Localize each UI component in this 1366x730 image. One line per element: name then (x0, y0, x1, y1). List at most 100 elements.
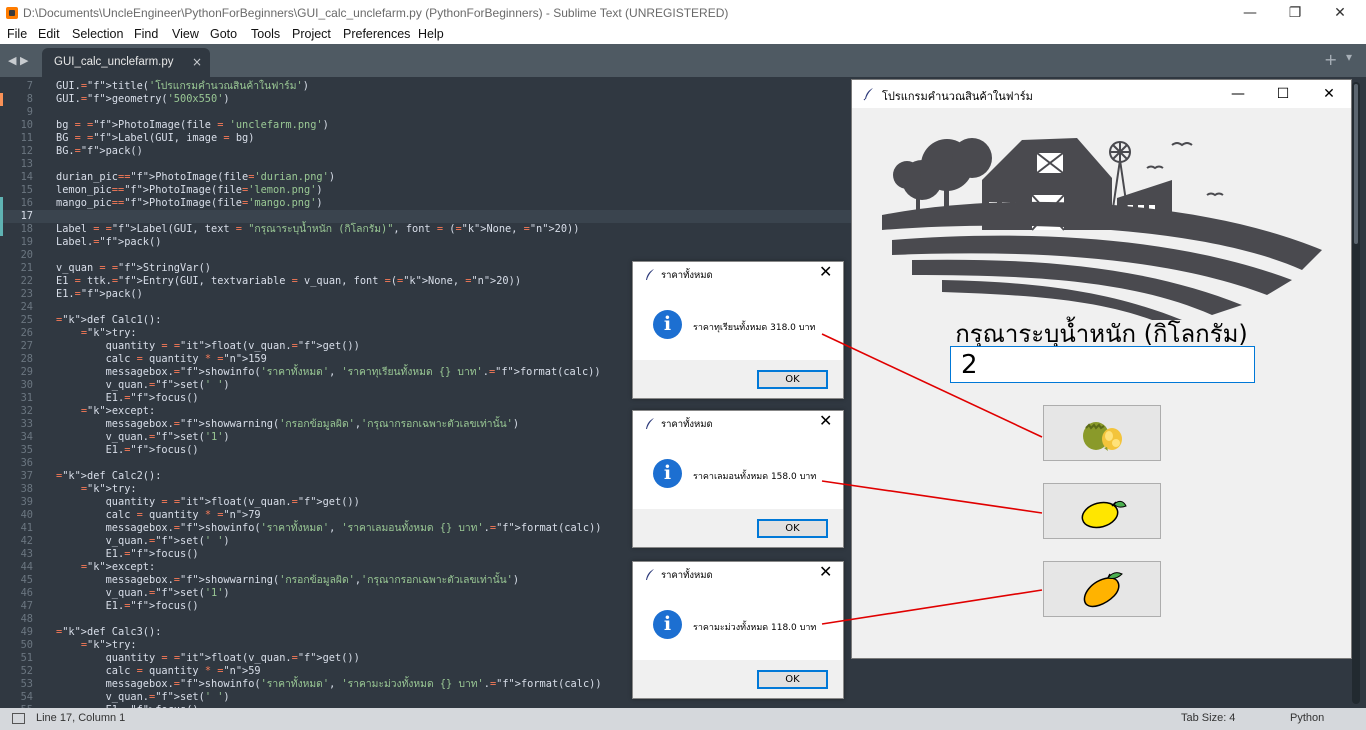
line-number: 14 (20, 171, 33, 183)
dialog-close-icon[interactable]: ✕ (819, 411, 832, 430)
line-number: 33 (20, 418, 33, 430)
menu-file[interactable]: File (7, 27, 27, 41)
dialog-title: ราคาทั้งหมด (661, 570, 713, 581)
window-title: D:\Documents\UncleEngineer\PythonForBegi… (23, 6, 729, 20)
menu-project[interactable]: Project (292, 27, 331, 41)
code-text: E1.="f">focus() (56, 444, 199, 456)
code-line[interactable]: 8 GUI.="f">geometry('500x550') (0, 93, 900, 106)
tab-gui-calc-unclefarm[interactable]: GUI_calc_unclefarm.py × (42, 48, 210, 77)
line-number: 26 (20, 327, 33, 339)
menu-edit[interactable]: Edit (38, 27, 60, 41)
line-number: 44 (20, 561, 33, 573)
code-line[interactable]: 14 durian_pic=="f">PhotoImage(file='duria… (0, 171, 900, 184)
code-line[interactable]: 10 bg = ="f">PhotoImage(file = 'unclefarm… (0, 119, 900, 132)
weight-input[interactable] (950, 346, 1255, 383)
line-number: 11 (20, 132, 33, 144)
line-number: 22 (20, 275, 33, 287)
panel-toggle-icon[interactable] (12, 713, 25, 724)
editor-scrollbar-thumb[interactable] (1354, 84, 1358, 244)
line-number: 27 (20, 340, 33, 352)
line-number: 9 (26, 106, 33, 118)
menu-bar: File Edit Selection Find View Goto Tools… (0, 26, 1366, 44)
line-number: 40 (20, 509, 33, 521)
line-number: 21 (20, 262, 33, 274)
tab-close-icon[interactable]: × (192, 55, 202, 69)
menu-selection[interactable]: Selection (72, 27, 123, 41)
tk-feather-icon (646, 418, 654, 429)
info-icon: i (653, 459, 682, 488)
code-text: E1.="f">pack() (56, 288, 143, 300)
code-text: v_quan.="f">set(' ') (56, 535, 230, 547)
code-text: v_quan.="f">set('1') (56, 587, 230, 599)
code-text: quantity = ="it">float(v_quan.="f">get()… (56, 652, 360, 664)
code-text: BG.="f">pack() (56, 145, 143, 157)
code-text: v_quan.="f">set(' ') (56, 379, 230, 391)
line-number: 15 (20, 184, 33, 196)
code-line[interactable]: 17 (0, 210, 900, 223)
line-number: 42 (20, 535, 33, 547)
line-number: 25 (20, 314, 33, 326)
menu-preferences[interactable]: Preferences (343, 27, 410, 41)
code-text: messagebox.="f">showwarning('กรอกข้อมูลผ… (56, 574, 520, 586)
mango-button[interactable] (1043, 561, 1161, 617)
code-line[interactable]: 9 (0, 106, 900, 119)
line-number: 32 (20, 405, 33, 417)
tab-bar: ◀ ▶ GUI_calc_unclefarm.py × + ▾ (0, 44, 1366, 77)
line-number: 36 (20, 457, 33, 469)
dialog-close-icon[interactable]: ✕ (819, 262, 832, 281)
line-number: 39 (20, 496, 33, 508)
status-tab-size[interactable]: Tab Size: 4 (1181, 712, 1235, 724)
line-number: 47 (20, 600, 33, 612)
code-line[interactable]: 16 mango_pic=="f">PhotoImage(file='mango.… (0, 197, 900, 210)
farm-maximize-button[interactable]: ☐ (1273, 84, 1293, 104)
close-button[interactable]: ✕ (1330, 3, 1350, 23)
line-number: 19 (20, 236, 33, 248)
code-line[interactable]: 15 lemon_pic=="f">PhotoImage(file='lemon.… (0, 184, 900, 197)
durian-button[interactable] (1043, 405, 1161, 461)
menu-view[interactable]: View (172, 27, 199, 41)
status-syntax[interactable]: Python (1290, 712, 1324, 724)
code-text: bg = ="f">PhotoImage(file = 'unclefarm.p… (56, 119, 329, 131)
dialog-titlebar: ราคาทั้งหมด ✕ (633, 562, 843, 588)
ok-button[interactable]: OK (757, 519, 828, 538)
line-number: 18 (20, 223, 33, 235)
code-line[interactable]: 7 GUI.="f">title('โปรแกรมคำนวณสินค้าในฟาร… (0, 80, 900, 93)
dialog-close-icon[interactable]: ✕ (819, 562, 832, 581)
line-number: 24 (20, 301, 33, 313)
farm-minimize-button[interactable]: — (1228, 84, 1248, 104)
restore-button[interactable]: ❐ (1285, 3, 1305, 23)
menu-find[interactable]: Find (134, 27, 158, 41)
ok-button[interactable]: OK (757, 370, 828, 389)
ok-button[interactable]: OK (757, 670, 828, 689)
new-tab-icon[interactable]: + (1324, 50, 1337, 69)
tab-nav-arrows[interactable]: ◀ ▶ (8, 54, 28, 67)
code-text: v_quan.="f">set(' ') (56, 691, 230, 703)
code-text: lemon_pic=="f">PhotoImage(file='lemon.pn… (56, 184, 323, 196)
code-line[interactable]: 13 (0, 158, 900, 171)
menu-tools[interactable]: Tools (251, 27, 280, 41)
code-line[interactable]: 12 BG.="f">pack() (0, 145, 900, 158)
menu-goto[interactable]: Goto (210, 27, 237, 41)
tab-menu-icon[interactable]: ▾ (1346, 50, 1352, 64)
farm-close-button[interactable]: ✕ (1319, 84, 1339, 104)
line-number: 20 (20, 249, 33, 261)
farm-window-titlebar: โปรแกรมคำนวณสินค้าในฟาร์ม — ☐ ✕ (852, 80, 1351, 108)
code-line[interactable]: 43 E1.="f">focus() (0, 548, 900, 561)
sublime-app-icon (6, 7, 18, 19)
farm-calculator-window: โปรแกรมคำนวณสินค้าในฟาร์ม — ☐ ✕ กรุณาระบ… (851, 79, 1352, 659)
info-icon: i (653, 610, 682, 639)
code-text: ="k">try: (80, 327, 137, 339)
code-text: messagebox.="f">showinfo('ราคาทั้งหมด', … (56, 678, 602, 690)
lemon-button[interactable] (1043, 483, 1161, 539)
line-number: 34 (20, 431, 33, 443)
line-number: 13 (20, 158, 33, 170)
line-number: 45 (20, 574, 33, 586)
code-line[interactable]: 19 Label.="f">pack() (0, 236, 900, 249)
code-line[interactable]: 11 BG = ="f">Label(GUI, image = bg) (0, 132, 900, 145)
code-text: ="k">def Calc1(): (56, 314, 162, 326)
minimize-button[interactable]: — (1240, 3, 1260, 23)
menu-help[interactable]: Help (418, 27, 444, 41)
farm-window-title: โปรแกรมคำนวณสินค้าในฟาร์ม (882, 90, 1033, 103)
dialog-footer: OK (633, 360, 843, 398)
code-line[interactable]: 18 Label = ="f">Label(GUI, text = "กรุณาร… (0, 223, 900, 236)
